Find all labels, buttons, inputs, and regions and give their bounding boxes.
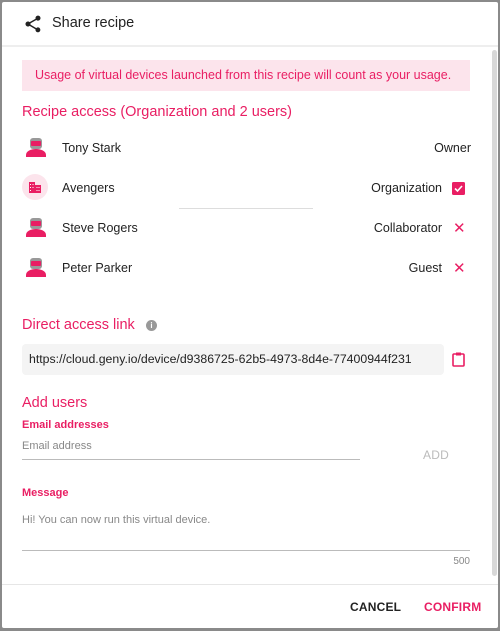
dialog-title: Share recipe — [52, 15, 135, 31]
info-icon[interactable]: i — [146, 320, 157, 331]
organization-checkbox[interactable] — [452, 182, 465, 195]
organization-avatar — [22, 174, 48, 200]
add-users-heading: Add users — [22, 395, 88, 411]
usage-warning-banner: Usage of virtual devices launched from t… — [22, 60, 470, 91]
direct-access-url[interactable]: https://cloud.geny.io/device/d9386725-62… — [22, 344, 444, 375]
member-role: Organization — [371, 181, 442, 195]
character-counter: 500 — [453, 556, 470, 567]
robot-avatar — [26, 218, 46, 237]
robot-avatar — [26, 258, 46, 277]
email-addresses-label: Email addresses — [22, 419, 109, 431]
share-icon — [25, 15, 41, 33]
robot-avatar — [26, 138, 46, 157]
member-name: Avengers — [62, 181, 115, 195]
add-button[interactable]: ADD — [423, 448, 449, 462]
member-name: Tony Stark — [62, 141, 122, 155]
confirm-button[interactable]: CONFIRM — [424, 600, 481, 614]
header-divider — [2, 45, 498, 47]
remove-member-icon[interactable]: ✕ — [453, 259, 466, 277]
member-name: Peter Parker — [62, 261, 133, 275]
clipboard-copy-icon[interactable] — [452, 352, 465, 367]
recipe-access-heading: Recipe access (Organization and 2 users) — [22, 104, 292, 120]
scrollbar[interactable] — [492, 50, 497, 576]
footer-divider — [2, 584, 498, 585]
share-recipe-dialog: Share recipe Usage of virtual devices la… — [2, 2, 498, 628]
member-role: Owner — [434, 141, 471, 155]
divider — [179, 208, 313, 209]
member-name: Steve Rogers — [62, 221, 138, 235]
member-role: Collaborator — [373, 221, 442, 235]
cancel-button[interactable]: CANCEL — [350, 600, 401, 614]
remove-member-icon[interactable]: ✕ — [453, 219, 466, 237]
message-textarea[interactable]: Hi! You can now run this virtual device. — [22, 514, 470, 551]
building-icon — [29, 182, 41, 193]
email-input[interactable]: Email address — [22, 440, 360, 460]
direct-access-link-heading: Direct access link — [22, 317, 135, 333]
message-label: Message — [22, 487, 69, 499]
member-role: Guest — [408, 261, 442, 275]
